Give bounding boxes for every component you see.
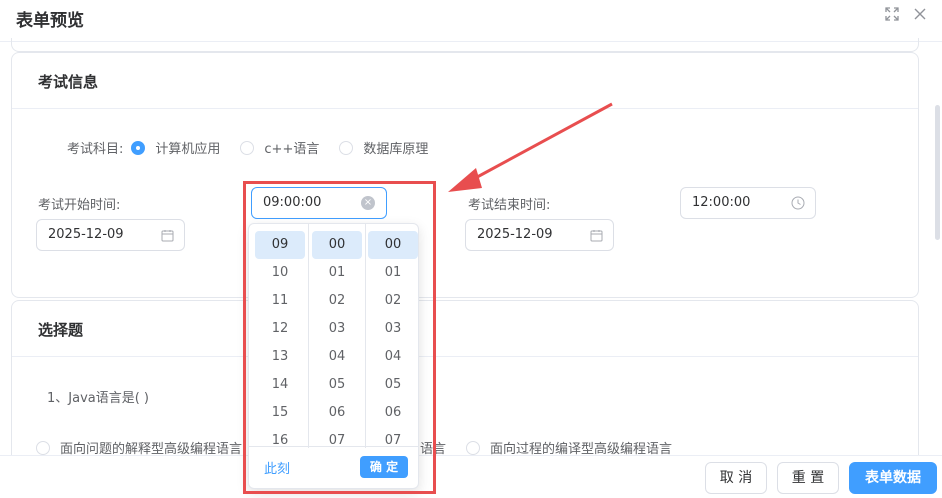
- choice-title: 选择题: [12, 301, 918, 357]
- subject-option-computer[interactable]: 计算机应用: [131, 138, 220, 157]
- dialog-title: 表单预览: [16, 11, 84, 31]
- cancel-button[interactable]: 取 消: [705, 462, 767, 494]
- start-date-value: 2025-12-09: [48, 227, 124, 242]
- subject-label: 考试科目:: [67, 142, 124, 157]
- end-date-input[interactable]: 2025-12-09: [465, 219, 614, 251]
- form-preview-dialog: 表单预览 考试信息 考试科目: 计算机应用 c++语言 数据库原理 考试开始时间…: [0, 0, 942, 498]
- radio-icon: [36, 440, 50, 455]
- close-icon[interactable]: [913, 7, 927, 21]
- reset-button[interactable]: 重 置: [777, 462, 839, 494]
- calendar-icon: [161, 220, 174, 254]
- dialog-header: 表单预览: [0, 0, 942, 42]
- calendar-icon: [590, 220, 603, 254]
- start-time-label: 考试开始时间:: [38, 198, 121, 213]
- previous-card-edge: [11, 38, 919, 52]
- subject-option-label: c++语言: [264, 142, 320, 157]
- start-date-input[interactable]: 2025-12-09: [36, 219, 185, 251]
- subject-option-database[interactable]: 数据库原理: [339, 138, 428, 157]
- end-time-input[interactable]: 12:00:00: [680, 187, 816, 219]
- end-date-value: 2025-12-09: [477, 227, 553, 242]
- annotation-arrow-icon: [448, 102, 613, 192]
- submit-form-data-button[interactable]: 表单数据: [849, 462, 937, 494]
- subject-option-label: 计算机应用: [155, 142, 221, 157]
- clock-icon: [791, 188, 805, 222]
- question-text: 1、Java语言是( ): [47, 391, 150, 406]
- fullscreen-icon[interactable]: [885, 7, 899, 21]
- scrollbar[interactable]: [935, 105, 940, 240]
- end-time-value: 12:00:00: [692, 195, 751, 210]
- radio-icon: [466, 440, 480, 455]
- annotation-highlight-box: [243, 181, 436, 494]
- subject-option-cpp[interactable]: c++语言: [240, 138, 319, 157]
- radio-icon: [339, 140, 354, 155]
- subject-option-label: 数据库原理: [363, 142, 429, 157]
- subject-radio-group: 考试科目: 计算机应用 c++语言 数据库原理: [67, 138, 448, 157]
- radio-icon: [240, 140, 255, 155]
- radio-checked-icon: [131, 140, 146, 155]
